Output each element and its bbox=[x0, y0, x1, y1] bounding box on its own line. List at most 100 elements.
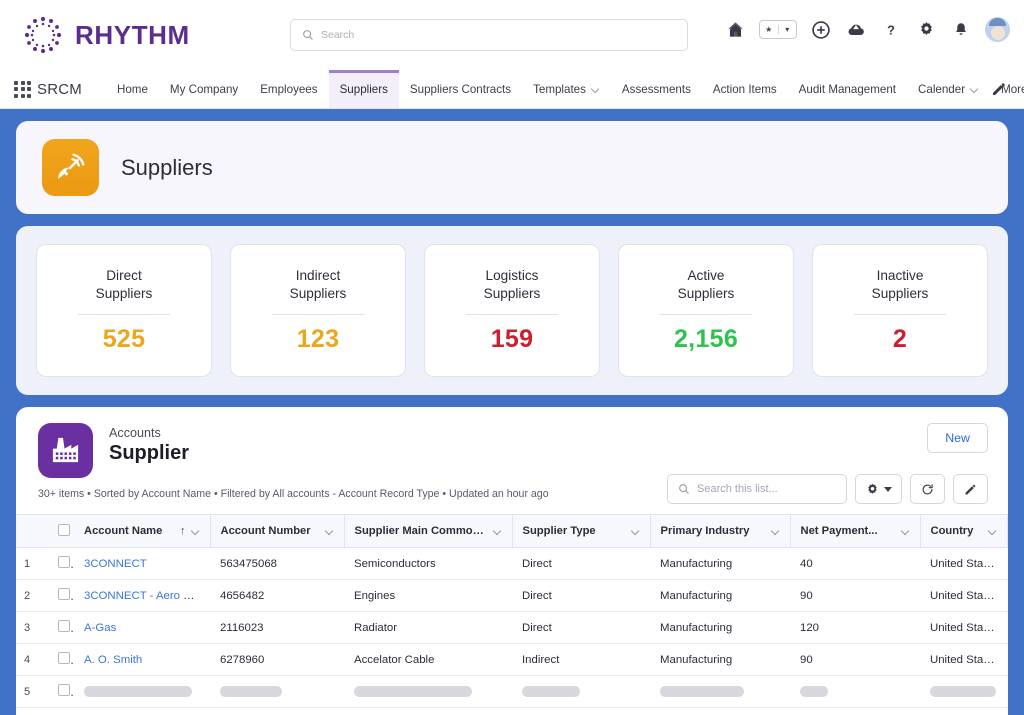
brand: RHYTHM bbox=[16, 14, 190, 56]
chevron-down-icon[interactable] bbox=[631, 527, 640, 536]
edit-list-button[interactable] bbox=[953, 474, 988, 504]
chevron-down-icon bbox=[591, 85, 600, 94]
cell-country: United States bbox=[920, 548, 1008, 580]
chevron-down-icon[interactable] bbox=[771, 527, 780, 536]
kpi-value: 2 bbox=[893, 325, 907, 354]
table-row[interactable]: 1 3CONNECT 563475068 Semiconductors Dire… bbox=[16, 548, 1008, 580]
cell-supplier-type-skeleton bbox=[512, 676, 650, 708]
kpi-card-direct-suppliers[interactable]: Direct Suppliers 525 bbox=[36, 244, 212, 377]
nav-item-home[interactable]: Home bbox=[106, 70, 159, 108]
chevron-down-icon bbox=[884, 487, 892, 492]
row-checkbox[interactable] bbox=[58, 620, 70, 632]
list-settings-gear-button[interactable] bbox=[855, 474, 902, 504]
nav-item-audit-management[interactable]: Audit Management bbox=[788, 70, 907, 108]
row-select-cell bbox=[48, 676, 74, 708]
refresh-list-button[interactable] bbox=[910, 474, 945, 504]
column-header-account-name[interactable]: Account Name ↑ bbox=[74, 515, 210, 548]
favorites-pill[interactable]: ★ ▾ bbox=[759, 20, 797, 39]
notifications-bell-icon[interactable] bbox=[950, 19, 972, 41]
supplier-table-wrapper[interactable]: Account Name ↑ Account Number bbox=[16, 514, 1008, 715]
global-search-input[interactable]: Search bbox=[290, 19, 688, 51]
row-select-cell bbox=[48, 580, 74, 612]
row-checkbox[interactable] bbox=[58, 588, 70, 600]
row-number: 4 bbox=[16, 644, 48, 676]
row-number: 2 bbox=[16, 580, 48, 612]
row-select-cell bbox=[48, 548, 74, 580]
brand-name: RHYTHM bbox=[75, 20, 190, 51]
cell-net-payment: 90 bbox=[790, 644, 920, 676]
nav-item-assessments[interactable]: Assessments bbox=[611, 70, 702, 108]
cell-account-name[interactable]: 3CONNECT - Aero Corp bbox=[74, 580, 210, 612]
table-row[interactable]: 2 3CONNECT - Aero Corp 4656482 Engines D… bbox=[16, 580, 1008, 612]
nav-item-my-company[interactable]: My Company bbox=[159, 70, 249, 108]
table-row[interactable]: 4 A. O. Smith 6278960 Accelator Cable In… bbox=[16, 644, 1008, 676]
cell-primary-industry: Manufacturing bbox=[650, 644, 790, 676]
table-row-loading[interactable]: 5 bbox=[16, 676, 1008, 708]
chevron-down-icon[interactable] bbox=[901, 527, 910, 536]
chevron-down-icon[interactable] bbox=[493, 527, 502, 536]
nav-label: Audit Management bbox=[799, 83, 896, 96]
list-toolbar: Search this list... bbox=[667, 474, 988, 504]
cell-account-name[interactable]: A. O. Smith bbox=[74, 644, 210, 676]
cell-primary-industry: Manufacturing bbox=[650, 548, 790, 580]
cloud-icon[interactable] bbox=[845, 19, 867, 41]
kpi-divider bbox=[660, 314, 752, 315]
app-launcher-waffle-icon[interactable] bbox=[14, 78, 31, 100]
search-this-list-input[interactable]: Search this list... bbox=[667, 474, 847, 504]
column-header-supplier-main-commodity[interactable]: Supplier Main Commodity bbox=[344, 515, 512, 548]
row-checkbox[interactable] bbox=[58, 684, 70, 696]
column-header-account-number[interactable]: Account Number bbox=[210, 515, 344, 548]
home-icon[interactable] bbox=[724, 19, 746, 41]
settings-gear-icon[interactable] bbox=[915, 19, 937, 41]
new-button[interactable]: New bbox=[927, 423, 988, 453]
select-all-checkbox[interactable] bbox=[58, 524, 70, 536]
row-checkbox[interactable] bbox=[58, 652, 70, 664]
chevron-down-icon[interactable] bbox=[191, 527, 200, 536]
add-icon[interactable] bbox=[810, 19, 832, 41]
kpi-card-inactive-suppliers[interactable]: Inactive Suppliers 2 bbox=[812, 244, 988, 377]
cell-account-number: 6278960 bbox=[210, 644, 344, 676]
supplier-table: Account Name ↑ Account Number bbox=[16, 514, 1008, 708]
account-name-link[interactable]: 3CONNECT - Aero Corp bbox=[84, 590, 208, 602]
kpi-card-active-suppliers[interactable]: Active Suppliers 2,156 bbox=[618, 244, 794, 377]
app-name[interactable]: SRCM bbox=[37, 81, 82, 98]
cell-commodity: Radiator bbox=[344, 612, 512, 644]
gear-icon bbox=[865, 482, 880, 497]
account-name-link[interactable]: A-Gas bbox=[84, 622, 116, 634]
account-name-link[interactable]: A. O. Smith bbox=[84, 654, 142, 666]
cell-account-name-skeleton bbox=[74, 676, 210, 708]
kpi-label: Logistics Suppliers bbox=[484, 267, 541, 302]
kpi-label: Indirect Suppliers bbox=[290, 267, 347, 302]
row-checkbox[interactable] bbox=[58, 556, 70, 568]
column-header-primary-industry[interactable]: Primary Industry bbox=[650, 515, 790, 548]
page-title: Suppliers bbox=[121, 155, 213, 181]
column-header-net-payment[interactable]: Net Payment... bbox=[790, 515, 920, 548]
star-icon[interactable]: ★ bbox=[760, 25, 779, 34]
chevron-down-icon[interactable] bbox=[325, 527, 334, 536]
edit-navigation-pencil-icon[interactable] bbox=[990, 80, 1008, 98]
kpi-card-indirect-suppliers[interactable]: Indirect Suppliers 123 bbox=[230, 244, 406, 377]
cell-account-name[interactable]: 3CONNECT bbox=[74, 548, 210, 580]
cell-account-name[interactable]: A-Gas bbox=[74, 612, 210, 644]
nav-item-suppliers-contracts[interactable]: Suppliers Contracts bbox=[399, 70, 522, 108]
kpi-label: Active Suppliers bbox=[678, 267, 735, 302]
table-row[interactable]: 3 A-Gas 2116023 Radiator Direct Manufact… bbox=[16, 612, 1008, 644]
row-number: 5 bbox=[16, 676, 48, 708]
cell-commodity: Semiconductors bbox=[344, 548, 512, 580]
kpi-card-logistics-suppliers[interactable]: Logistics Suppliers 159 bbox=[424, 244, 600, 377]
chevron-down-icon[interactable]: ▾ bbox=[779, 25, 797, 34]
kpi-label: Direct Suppliers bbox=[96, 267, 153, 302]
nav-item-calender[interactable]: Calender bbox=[907, 70, 990, 108]
nav-item-action-items[interactable]: Action Items bbox=[702, 70, 788, 108]
nav-label: Suppliers bbox=[340, 83, 388, 96]
user-avatar[interactable] bbox=[985, 17, 1010, 42]
nav-item-suppliers[interactable]: Suppliers bbox=[329, 70, 399, 108]
nav-item-employees[interactable]: Employees bbox=[249, 70, 328, 108]
nav-item-templates[interactable]: Templates bbox=[522, 70, 611, 108]
chevron-down-icon[interactable] bbox=[988, 527, 997, 536]
account-name-link[interactable]: 3CONNECT bbox=[84, 558, 147, 570]
list-object-label: Accounts bbox=[109, 426, 189, 440]
column-header-supplier-type[interactable]: Supplier Type bbox=[512, 515, 650, 548]
column-header-country[interactable]: Country bbox=[920, 515, 1008, 548]
help-icon[interactable]: ? bbox=[880, 19, 902, 41]
